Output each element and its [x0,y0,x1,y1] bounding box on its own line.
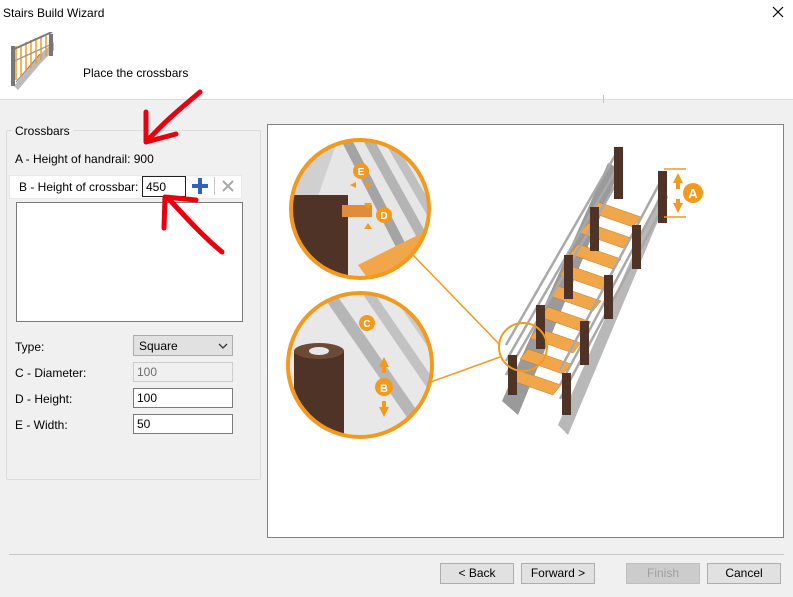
crossbar-height-input[interactable] [142,176,186,197]
crossbar-height-label: B - Height of crossbar: [19,180,139,194]
finish-button[interactable]: Finish [626,563,700,584]
chevron-down-icon [218,343,228,349]
wizard-header [0,25,793,100]
crossbars-group-label: Crossbars [12,124,73,138]
crossbar-list[interactable] [16,202,243,322]
type-label: Type: [15,340,45,354]
diameter-label: C - Diameter: [15,366,87,380]
stairs-preview: A E D C B [267,124,784,538]
close-icon[interactable] [770,4,786,20]
step-title: Place the crossbars [83,66,189,80]
plus-icon[interactable] [190,176,210,196]
marker-d: D [380,211,387,222]
back-button[interactable]: < Back [440,563,514,584]
stairs-wizard-icon [8,31,60,92]
width-input[interactable] [133,414,233,434]
marker-a: A [688,186,698,201]
window-title: Stairs Build Wizard [3,6,105,20]
cross-icon[interactable] [219,177,237,195]
width-label: E - Width: [15,418,68,432]
cancel-button[interactable]: Cancel [707,563,781,584]
diameter-input[interactable] [133,362,233,382]
handrail-height-text: A - Height of handrail: 900 [15,152,154,166]
toolbar-separator [214,177,215,195]
type-select[interactable]: Square [133,335,233,356]
type-select-value: Square [139,339,178,353]
title-bar [0,0,793,25]
marker-e: E [358,167,365,178]
header-separator [603,95,604,103]
forward-button[interactable]: Forward > [521,563,595,584]
marker-c: C [363,319,370,330]
height-input[interactable] [133,388,233,408]
height-label: D - Height: [15,392,73,406]
footer-separator [9,554,784,555]
marker-b: B [380,383,388,395]
